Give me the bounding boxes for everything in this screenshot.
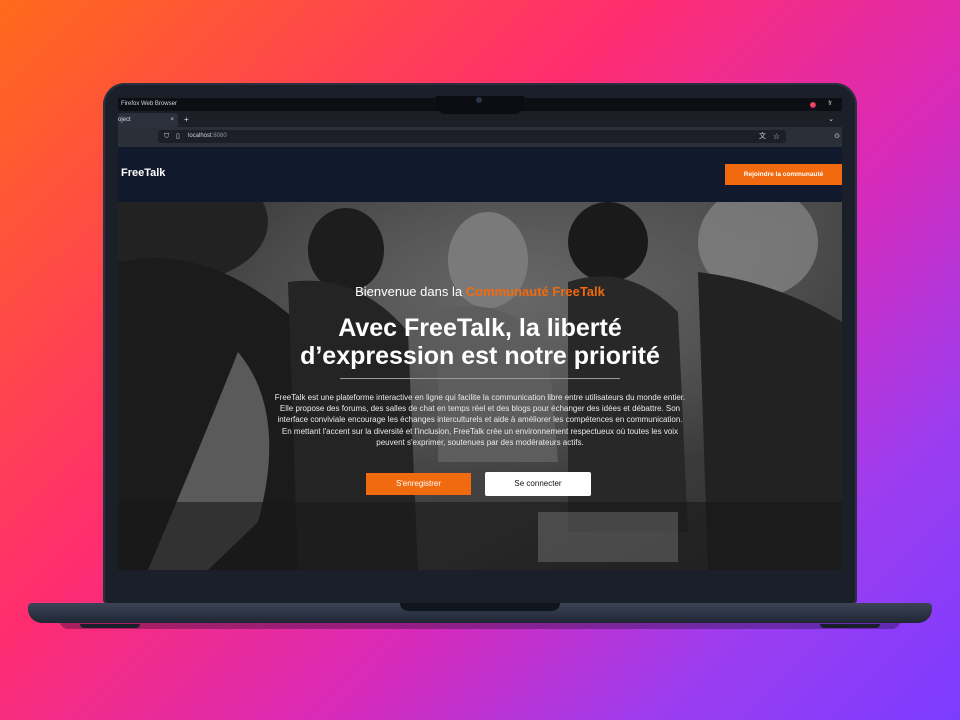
- translate-icon[interactable]: 文: [759, 130, 766, 143]
- site-header: FreeTalk Rejoindre la communauté: [118, 147, 842, 202]
- hero-section: Bienvenue dans la Communauté FreeTalk Av…: [118, 202, 842, 570]
- bookmark-star-icon[interactable]: ☆: [773, 130, 780, 143]
- browser-tab[interactable]: oject ×: [118, 113, 178, 127]
- new-tab-button[interactable]: +: [184, 113, 189, 127]
- page-info-icon[interactable]: ▯: [176, 130, 180, 143]
- language-indicator[interactable]: fr: [828, 98, 832, 111]
- welcome-text: Bienvenue dans la Communauté FreeTalk: [355, 284, 605, 299]
- laptop-foot-right: [820, 624, 880, 628]
- laptop-foot-left: [80, 624, 140, 628]
- camera-icon: [476, 97, 482, 103]
- register-button[interactable]: S'enregistrer: [366, 473, 471, 495]
- site-logo[interactable]: FreeTalk: [121, 167, 165, 179]
- shield-icon[interactable]: ⛉: [164, 130, 169, 143]
- welcome-accent: Communauté FreeTalk: [465, 284, 605, 299]
- window-title: Firefox Web Browser: [121, 101, 177, 107]
- laptop-hinge-notch: [400, 603, 560, 611]
- tab-label: oject: [118, 117, 131, 123]
- hero-description: FreeTalk est une plateforme interactive …: [274, 393, 686, 447]
- address-bar[interactable]: ⛉ ▯ localhost:8080 文 ☆: [158, 130, 786, 143]
- navigation-bar: ⛉ ▯ localhost:8080 文 ☆ ⊙: [118, 127, 842, 147]
- app-status-icon[interactable]: [810, 101, 817, 108]
- url-text[interactable]: localhost:8080: [188, 130, 227, 143]
- hero-title: Avec FreeTalk, la liberté d’expression e…: [300, 314, 660, 370]
- hero-content: Bienvenue dans la Communauté FreeTalk Av…: [118, 202, 842, 570]
- list-tabs-icon[interactable]: ⌄: [828, 113, 834, 127]
- close-tab-icon[interactable]: ×: [170, 113, 174, 127]
- divider: [340, 378, 620, 379]
- extensions-icon[interactable]: ⊙: [834, 130, 840, 143]
- join-community-button[interactable]: Rejoindre la communauté: [725, 164, 842, 185]
- browser-window: Firefox Web Browser fr oject × + ⌄ ⛉ ▯ l…: [118, 98, 842, 570]
- login-button[interactable]: Se connecter: [485, 472, 591, 496]
